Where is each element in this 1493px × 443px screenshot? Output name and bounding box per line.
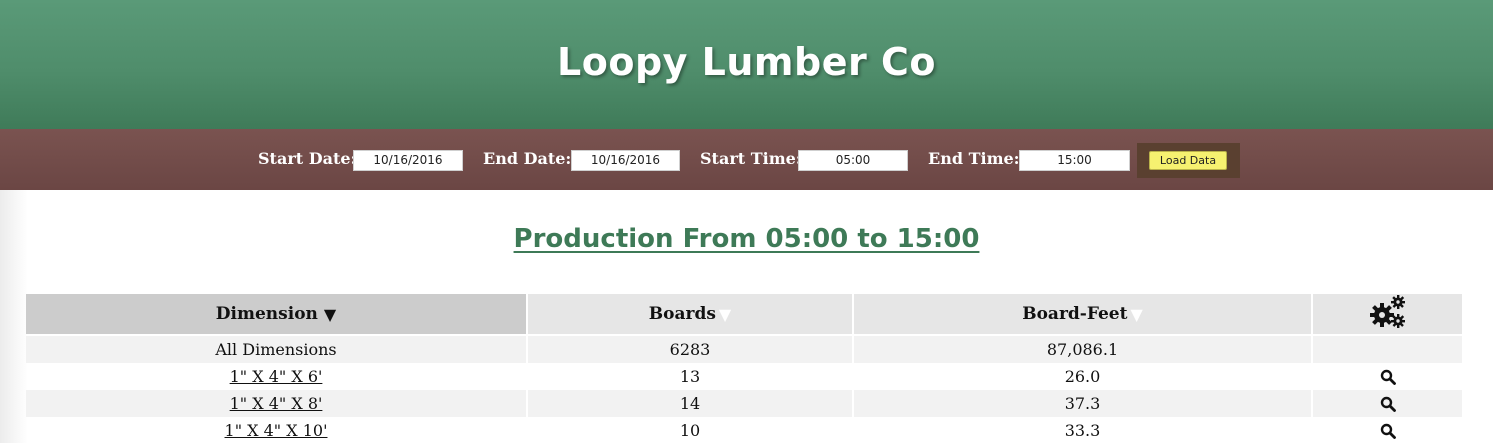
table-row: 1" X 4" X 6' 13 26.0 — [26, 363, 1462, 390]
report-title[interactable]: Production From 05:00 to 15:00 — [514, 224, 980, 254]
end-time-label: End Time: — [928, 149, 1020, 168]
column-header-dimension[interactable]: Dimension ▼ — [26, 294, 526, 334]
summary-action-cell — [1313, 336, 1462, 363]
start-date-input[interactable]: 10/16/2016 — [353, 150, 463, 171]
column-header-board-feet[interactable]: Board-Feet ▼ — [854, 294, 1311, 334]
column-divider — [852, 294, 854, 443]
summary-board-feet-cell: 87,086.1 — [854, 336, 1311, 363]
table-row: 1" X 4" X 10' 10 33.3 — [26, 417, 1462, 443]
column-header-settings[interactable] — [1313, 294, 1462, 334]
gears-icon[interactable] — [1368, 293, 1408, 336]
board-feet-cell: 33.3 — [1064, 421, 1101, 440]
column-header-boards[interactable]: Boards ▼ — [528, 294, 852, 334]
boards-cell: 14 — [528, 390, 852, 417]
dimension-cell: 1" X 4" X 8' — [26, 390, 526, 417]
load-data-button[interactable]: Load Data — [1149, 151, 1227, 170]
sort-inactive-icon: ▼ — [1130, 304, 1143, 324]
boards-cell: 13 — [679, 367, 701, 386]
dimension-link[interactable]: 1" X 4" X 6' — [230, 367, 323, 386]
start-time-label: Start Time: — [700, 149, 802, 168]
start-time-input[interactable]: 05:00 — [798, 150, 908, 171]
end-date-label: End Date: — [483, 149, 572, 168]
dimension-link[interactable]: 1" X 4" X 10' — [225, 421, 328, 440]
magnifier-icon[interactable] — [1313, 363, 1462, 390]
company-title: Loopy Lumber Co — [557, 39, 936, 84]
dimension-cell: 1" X 4" X 10' — [26, 417, 526, 443]
app-header: Loopy Lumber Co — [0, 0, 1493, 129]
column-header-board-feet-label: Board-Feet — [1022, 304, 1128, 324]
boards-cell: 10 — [679, 421, 701, 440]
dimension-link[interactable]: 1" X 4" X 8' — [230, 394, 323, 413]
table-row: 1" X 4" X 8' 14 37.3 — [26, 390, 1462, 417]
summary-boards-cell: 6283 — [528, 336, 852, 363]
sort-desc-icon: ▼ — [323, 304, 337, 324]
table-row-summary: All Dimensions 6283 87,086.1 — [26, 336, 1462, 363]
report-title-container: Production From 05:00 to 15:00 — [0, 224, 1493, 254]
end-time-input[interactable]: 15:00 — [1019, 150, 1130, 171]
column-header-boards-label: Boards — [648, 304, 716, 324]
end-date-input[interactable]: 10/16/2016 — [571, 150, 680, 171]
start-date-label: Start Date: — [258, 149, 357, 168]
magnifier-icon[interactable] — [1313, 390, 1462, 417]
summary-dimension-cell: All Dimensions — [26, 336, 526, 363]
column-divider — [1311, 294, 1313, 443]
board-feet-cell: 37.3 — [854, 390, 1311, 417]
magnifier-icon[interactable] — [1313, 417, 1462, 443]
board-feet-cell: 26.0 — [1064, 367, 1101, 386]
load-button-container: Load Data — [1137, 143, 1240, 178]
dimension-cell: 1" X 4" X 6' — [26, 363, 526, 390]
filter-bar: Start Date: 10/16/2016 End Date: 10/16/2… — [0, 129, 1493, 190]
column-header-dimension-label: Dimension — [215, 304, 318, 324]
sort-inactive-icon: ▼ — [718, 304, 732, 324]
column-divider — [526, 294, 528, 443]
